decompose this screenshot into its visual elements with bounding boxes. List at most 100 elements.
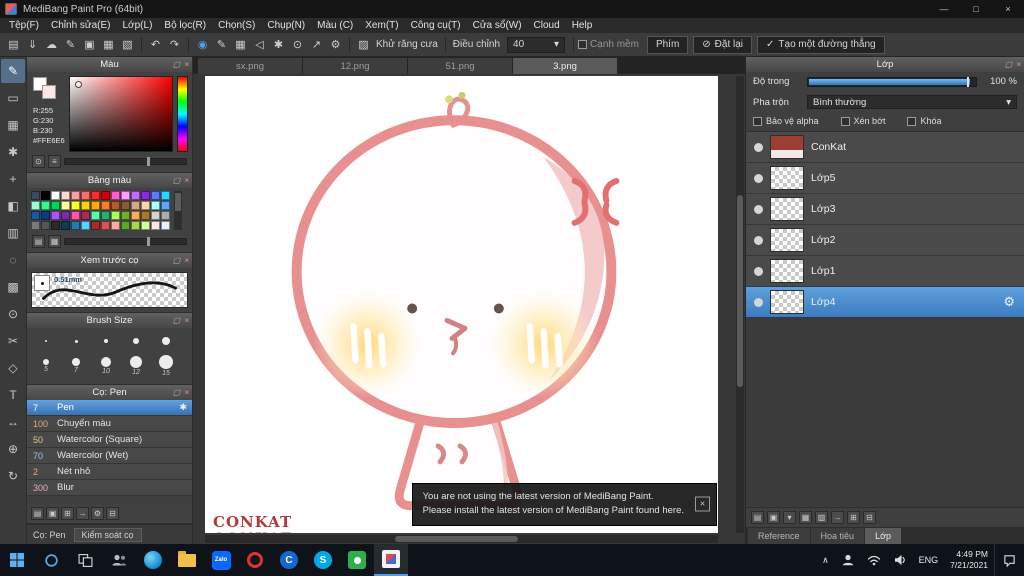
- save-icon[interactable]: ⇓: [23, 35, 42, 55]
- zoom-tool-icon[interactable]: ⊕: [1, 437, 25, 461]
- key-button[interactable]: Phím: [646, 35, 689, 54]
- palette-swatch[interactable]: [121, 201, 130, 210]
- popout-icon[interactable]: ▢: [173, 256, 181, 265]
- zalo-icon[interactable]: Zalo: [204, 544, 238, 576]
- menu-edit[interactable]: Chỉnh sửa(E): [45, 18, 117, 33]
- color-bar-slider[interactable]: [64, 157, 187, 166]
- delete-layer-icon[interactable]: ⊟: [863, 511, 876, 524]
- soft-edge-checkbox[interactable]: [578, 40, 588, 49]
- layer-visibility-toggle[interactable]: [754, 204, 763, 214]
- skype-icon[interactable]: S: [306, 544, 340, 576]
- curve-icon[interactable]: ↗: [307, 35, 326, 55]
- transfer-layer-icon[interactable]: →: [831, 511, 844, 524]
- symmetry-icon[interactable]: ✱: [269, 35, 288, 55]
- canvas-vertical-scrollbar[interactable]: [736, 76, 744, 533]
- palette-swatch[interactable]: [161, 211, 170, 220]
- duplicate-brush-icon[interactable]: ▣: [46, 507, 59, 520]
- palette-swatch[interactable]: [141, 221, 150, 230]
- palette-swatch[interactable]: [41, 211, 50, 220]
- brush-settings-icon[interactable]: ✱: [179, 402, 187, 413]
- palette-swatch[interactable]: [61, 221, 70, 230]
- material-icon[interactable]: ▧: [118, 35, 137, 55]
- color-cursor[interactable]: [75, 81, 82, 88]
- fg-bg-swatches[interactable]: [31, 76, 65, 106]
- coccoc-icon[interactable]: C: [272, 544, 306, 576]
- clipping-checkbox[interactable]: [840, 116, 850, 126]
- lock-checkbox[interactable]: [907, 116, 917, 126]
- brush-size-preset[interactable]: [91, 330, 121, 352]
- background-color-swatch[interactable]: [42, 85, 56, 99]
- redo-icon[interactable]: ↷: [165, 35, 184, 55]
- pen-tool-icon[interactable]: ✎: [1, 59, 25, 83]
- add-swatch-icon[interactable]: ▤: [32, 235, 45, 248]
- minimize-button[interactable]: —: [928, 0, 960, 18]
- merge-layer-icon[interactable]: ▧: [815, 511, 828, 524]
- straight-line-button[interactable]: ✓ Tạo một đường thẳng: [757, 35, 885, 54]
- hand-tool-icon[interactable]: ↔: [1, 410, 25, 434]
- brush-size-preset[interactable]: [61, 330, 91, 352]
- palette-swatch[interactable]: [161, 201, 170, 210]
- tab-navigator[interactable]: Hoa tiêu: [810, 528, 865, 544]
- maximize-button[interactable]: □: [960, 0, 992, 18]
- palette-swatch[interactable]: [71, 201, 80, 210]
- palette-swatch[interactable]: [91, 221, 100, 230]
- blend-mode-dropdown[interactable]: Bình thường ▾: [807, 95, 1017, 109]
- close-button[interactable]: ×: [992, 0, 1024, 18]
- palette-swatch[interactable]: [131, 201, 140, 210]
- palette-swatch[interactable]: [111, 211, 120, 220]
- wand-tool-icon[interactable]: ✱: [1, 140, 25, 164]
- task-view-button[interactable]: [68, 544, 102, 576]
- eraser-tool-icon[interactable]: ▭: [1, 86, 25, 110]
- popout-icon[interactable]: ▢: [173, 316, 181, 325]
- tab-reference[interactable]: Reference: [748, 528, 810, 544]
- adjust-dropdown[interactable]: 40 ▾: [507, 36, 566, 53]
- notification-close-button[interactable]: ×: [695, 496, 710, 512]
- menu-select[interactable]: Chọn(S): [212, 18, 261, 33]
- palette-swatch[interactable]: [111, 201, 120, 210]
- stamp-icon[interactable]: ▦: [231, 35, 250, 55]
- layer-row-3[interactable]: Lớp3: [746, 194, 1024, 225]
- brush-control-button[interactable]: Kiểm soát cọ: [73, 527, 142, 542]
- close-icon[interactable]: ×: [184, 256, 189, 265]
- move-tool-icon[interactable]: +: [1, 167, 25, 191]
- import-brush-icon[interactable]: →: [76, 507, 89, 520]
- notification-center-button[interactable]: [994, 544, 1024, 576]
- popout-icon[interactable]: ▢: [173, 176, 181, 185]
- menu-help[interactable]: Help: [566, 18, 599, 33]
- palette-swatch[interactable]: [131, 221, 140, 230]
- menu-window[interactable]: Cửa sổ(W): [467, 18, 528, 33]
- select-tool-icon[interactable]: ▦: [1, 113, 25, 137]
- cloud-icon[interactable]: ☁: [42, 35, 61, 55]
- palette-swatch[interactable]: [71, 211, 80, 220]
- add-brush-group-icon[interactable]: ⊞: [61, 507, 74, 520]
- palette-swatch[interactable]: [101, 211, 110, 220]
- palette-swatch[interactable]: [91, 201, 100, 210]
- palette-swatch[interactable]: [91, 191, 100, 200]
- palette-swatch[interactable]: [161, 221, 170, 230]
- layer-row-conkat[interactable]: ConKat: [746, 132, 1024, 163]
- brush-item-pen[interactable]: 7 Pen ✱: [27, 400, 192, 416]
- popout-icon[interactable]: ▢: [173, 60, 181, 69]
- language-indicator[interactable]: ENG: [913, 544, 945, 576]
- shape-tool-icon[interactable]: ◇: [1, 356, 25, 380]
- palette-swatch[interactable]: [141, 201, 150, 210]
- reset-button[interactable]: ⊘ Đặt lại: [693, 35, 753, 54]
- layer-visibility-toggle[interactable]: [754, 297, 763, 307]
- eyedropper-tool-icon[interactable]: ⊙: [1, 302, 25, 326]
- brush-size-preset[interactable]: 15: [151, 352, 181, 380]
- target-icon[interactable]: ⊙: [288, 35, 307, 55]
- close-icon[interactable]: ×: [184, 176, 189, 185]
- edge-icon[interactable]: [136, 544, 170, 576]
- close-icon[interactable]: ×: [1016, 60, 1021, 69]
- palette-swatch[interactable]: [31, 211, 40, 220]
- palette-swatch[interactable]: [51, 211, 60, 220]
- text-tool-icon[interactable]: T: [1, 383, 25, 407]
- add-mask-icon[interactable]: ⊞: [847, 511, 860, 524]
- brush-size-preset[interactable]: [31, 330, 61, 352]
- grid-mini-icon[interactable]: ▦: [48, 235, 61, 248]
- drawing-canvas[interactable]: CONKAT CONKAT: [205, 76, 718, 533]
- palette-swatch[interactable]: [61, 201, 70, 210]
- clock[interactable]: 4:49 PM 7/21/2021: [944, 544, 994, 576]
- palette-swatch[interactable]: [121, 211, 130, 220]
- palette-swatch[interactable]: [31, 191, 40, 200]
